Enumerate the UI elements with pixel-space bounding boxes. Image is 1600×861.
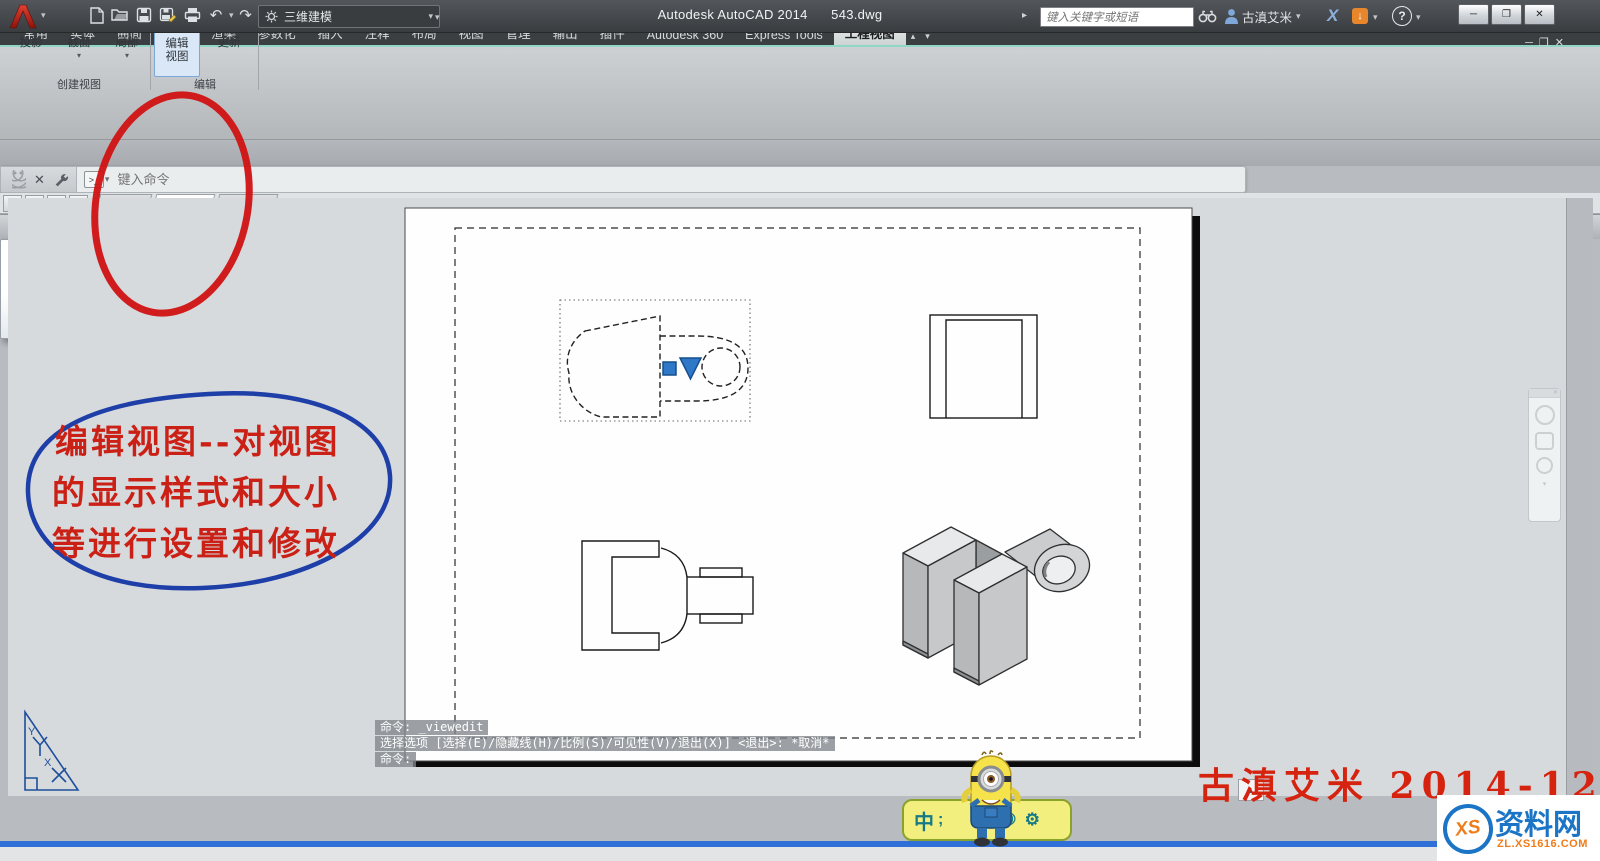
annotation-text-line2: 的显示样式和大小 — [52, 466, 340, 514]
close-button[interactable]: ✕ — [1524, 4, 1555, 25]
command-close-icon[interactable]: ✕ — [34, 172, 45, 188]
navigation-bar[interactable]: ✕ ▾ — [1528, 388, 1561, 522]
user-dropdown-icon[interactable]: ▾ — [1296, 11, 1301, 22]
command-history-line1: 命令: _viewedit — [375, 720, 488, 735]
a360-download-icon[interactable]: ↓ — [1352, 8, 1368, 24]
save-icon[interactable] — [132, 4, 156, 26]
window-title: Autodesk AutoCAD 2014 543.dwg — [540, 7, 1000, 22]
search-input[interactable] — [1041, 9, 1193, 27]
a360-dropdown-icon[interactable]: ▾ — [1373, 12, 1378, 23]
navbar-more-icon[interactable]: ▾ — [1529, 480, 1560, 488]
print-icon[interactable] — [180, 4, 204, 26]
section-dropdown-icon[interactable]: ▾ — [77, 51, 81, 60]
doc-restore-icon[interactable]: ❐ — [1539, 37, 1555, 49]
exchange-apps-icon[interactable]: X — [1327, 6, 1338, 26]
workspace-dropdown-icon[interactable]: ▾ — [428, 11, 433, 22]
infocenter-expand-icon[interactable]: ▸ — [1022, 10, 1027, 21]
right-window-frame — [1566, 198, 1593, 796]
logo-xs: XS — [1454, 816, 1482, 841]
window-controls: ─ ❐ ✕ — [1458, 4, 1555, 25]
ime-toolbar[interactable]: 中 ; ☽ ⚙ — [902, 799, 1072, 841]
base-view-label: 投影 — [20, 37, 43, 50]
doc-close-icon[interactable]: ✕ — [1555, 37, 1570, 49]
signin-user[interactable]: 古滇艾米 ▾ — [1224, 7, 1301, 26]
logo-site-url: ZL.XS1616.COM — [1497, 838, 1588, 850]
workspace-label: 三维建模 — [284, 8, 421, 25]
doc-minimize-icon[interactable]: ─ — [1525, 37, 1539, 49]
workspace-switcher[interactable]: 三维建模 ▾ — [258, 5, 440, 28]
quick-access-toolbar: ↶ ▾ ↷ ▾ — [84, 4, 263, 26]
ime-settings-gear-icon[interactable]: ⚙ — [1025, 810, 1040, 830]
command-history-line3: 命令: — [375, 752, 416, 767]
annotation-text-line1: 编辑视图--对视图 — [55, 415, 340, 463]
command-prompt-icon[interactable]: >_ — [84, 171, 104, 188]
drag-grip-icon[interactable] — [12, 170, 26, 189]
new-file-icon[interactable] — [84, 4, 108, 26]
ribbon-panel: 投影 A A 截面 ▾ A 局部 ▾ 编辑视图 ↻ — [0, 45, 1600, 140]
command-line-bar[interactable]: ✕ >_ ▾ — [0, 166, 1246, 193]
app-menu-dropdown-icon[interactable]: ▾ — [41, 10, 46, 21]
file-tab-bar: Drawing1* 543.dwg — [0, 140, 1600, 166]
minimize-button[interactable]: ─ — [1458, 4, 1489, 25]
gear-icon — [265, 10, 278, 23]
page-background — [0, 847, 1600, 861]
document-window-controls: ─❐✕ — [1525, 36, 1570, 49]
navbar-close-icon[interactable]: ✕ — [1529, 389, 1560, 398]
ime-moon-icon[interactable]: ☽ — [1001, 810, 1016, 830]
command-history-line2: 选择选项 [选择(E)/隐藏线(H)/比例(S)/可见性(V)/退出(X)] <… — [375, 736, 835, 751]
redo-icon[interactable]: ↷ — [234, 4, 258, 26]
section-view-label: 截面 — [68, 37, 91, 50]
site-watermark: XS 资料网 ZL.XS1616.COM — [1437, 795, 1600, 861]
edit-view-label: 编辑视图 — [161, 38, 193, 64]
search-binoculars-icon[interactable] — [1198, 9, 1217, 23]
user-icon — [1224, 8, 1239, 25]
user-name: 古滇艾米 — [1242, 7, 1292, 26]
edit-group-label: 编辑 — [152, 76, 258, 92]
command-bar-handle[interactable]: ✕ — [1, 167, 77, 192]
logo-name: 资料网 — [1495, 801, 1582, 843]
qat-overflow-icon[interactable]: ▾ — [435, 12, 440, 23]
steering-wheel-icon[interactable] — [1535, 405, 1555, 425]
annotation-text-line3: 等进行设置和修改 — [52, 517, 340, 565]
help-icon[interactable]: ? — [1392, 6, 1412, 26]
customize-wrench-icon[interactable] — [53, 172, 68, 187]
logo-ring: XS — [1440, 801, 1496, 857]
command-input[interactable] — [109, 172, 1245, 187]
search-field[interactable] — [1040, 7, 1194, 27]
save-as-icon[interactable] — [156, 4, 180, 26]
zoom-icon[interactable] — [1536, 457, 1553, 474]
undo-icon[interactable]: ↶ — [204, 4, 228, 26]
autocad-logo-icon — [6, 2, 40, 30]
create-view-group-label: 创建视图 — [8, 76, 150, 92]
app-menu-button[interactable]: ▾ — [6, 1, 50, 30]
pan-hand-icon[interactable] — [1535, 432, 1554, 450]
restore-button[interactable]: ❐ — [1491, 4, 1522, 25]
window-bottom-edge — [0, 841, 1600, 847]
detail-view-label: 局部 — [116, 37, 139, 50]
open-file-icon[interactable] — [108, 4, 132, 26]
ime-punctuation-icon[interactable]: ; — [938, 811, 943, 829]
ime-language-indicator[interactable]: 中 — [914, 806, 934, 835]
title-bar: ▾ ↶ ▾ ↷ ▾ 三维建模 ▾ ▾ Autodesk AutoCAD 2014… — [0, 0, 1600, 33]
detail-dropdown-icon[interactable]: ▾ — [125, 51, 129, 60]
update-view-label: 更新 — [218, 37, 241, 50]
help-dropdown-icon[interactable]: ▾ — [1416, 12, 1421, 23]
